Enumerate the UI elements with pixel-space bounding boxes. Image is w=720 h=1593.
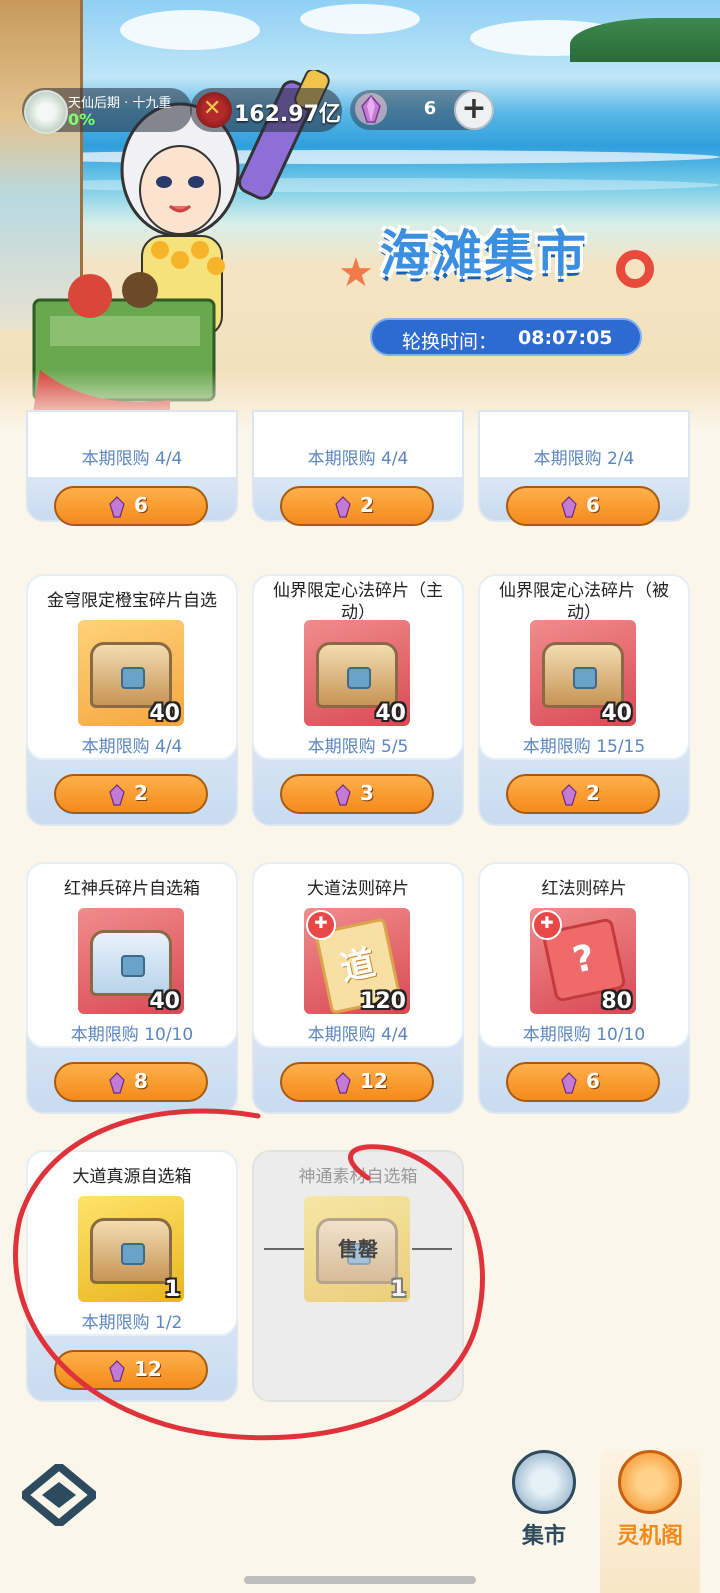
buy-button[interactable]: 2 [506,774,660,814]
buy-button[interactable]: 8 [54,1062,208,1102]
treasure-chest-icon [542,642,624,708]
item-image: 40 [78,908,184,1014]
price: 6 [134,493,148,517]
purchase-limit: 本期限购 4/4 [307,1025,409,1045]
crystal-gem-icon [335,496,351,518]
item-name: 红神兵碎片自选箱 [64,879,200,899]
item-image: 40 [304,620,410,726]
purchase-limit: 本期限购 10/10 [522,1025,646,1045]
item-count: 40 [601,701,632,726]
purchase-limit: 本期限购 5/5 [307,737,409,757]
item-count: 120 [360,989,406,1014]
price: 6 [586,1069,600,1093]
item-count: 40 [149,701,180,726]
crystal-gem-icon [109,1072,125,1094]
item-image: 40 [530,620,636,726]
crystal-gem-icon [335,784,351,806]
item-name: 金穹限定橙宝碎片自选 [47,591,217,611]
item-count: 40 [375,701,406,726]
app-logo-icon[interactable] [22,1464,96,1526]
annotation-circle [13,1108,485,1441]
purchase-limit: 本期限购 4/4 [81,737,183,757]
price: 2 [586,781,600,805]
puzzle-piece-icon: ✚ [532,910,562,940]
buy-button[interactable]: 6 [54,486,208,526]
tab-market-label: 集市 [521,1524,566,1549]
pavilion-tab-icon [618,1450,682,1514]
purchase-limit: 本期限购 4/4 [307,449,409,469]
buy-button[interactable]: 6 [506,486,660,526]
home-indicator[interactable] [244,1576,476,1584]
price: 2 [134,781,148,805]
tab-lingji[interactable]: 灵机阁 [600,1450,700,1593]
crystal-gem-icon [561,784,577,806]
market-tab-icon [512,1450,576,1514]
purchase-limit: 本期限购 15/15 [522,737,646,757]
buy-button[interactable]: 2 [54,774,208,814]
crystal-gem-icon [561,1072,577,1094]
buy-button[interactable]: 3 [280,774,434,814]
buy-button[interactable]: 6 [506,1062,660,1102]
buy-button[interactable]: 2 [280,486,434,526]
crystal-gem-icon [109,496,125,518]
buy-button[interactable]: 12 [280,1062,434,1102]
item-name: 红法则碎片 [541,879,627,899]
price: 12 [360,1069,388,1093]
item-name: 大道法则碎片 [307,879,409,899]
crystal-gem-icon [561,496,577,518]
treasure-chest-icon [316,642,398,708]
price: 3 [360,781,374,805]
item-count: 40 [149,989,180,1014]
treasure-chest-icon [90,642,172,708]
tab-market[interactable]: 集市 [494,1450,594,1570]
purchase-limit: 本期限购 2/4 [533,449,635,469]
item-image: ? ✚ 80 [530,908,636,1014]
purchase-limit: 本期限购 10/10 [70,1025,194,1045]
item-count: 80 [601,989,632,1014]
price: 6 [586,493,600,517]
item-image: 道 ✚ 120 [304,908,410,1015]
puzzle-piece-icon: ✚ [306,910,336,940]
item-name: 仙界限定心法碎片（主动） [273,581,443,623]
item-image: 40 [78,620,184,726]
item-name: 仙界限定心法碎片（被动） [499,581,669,623]
crystal-gem-icon [109,784,125,806]
treasure-chest-icon [90,930,172,996]
purchase-limit: 本期限购 4/4 [81,449,183,469]
price: 2 [360,493,374,517]
price: 8 [134,1069,148,1093]
tab-lingji-label: 灵机阁 [616,1524,683,1549]
crystal-gem-icon [335,1072,351,1094]
